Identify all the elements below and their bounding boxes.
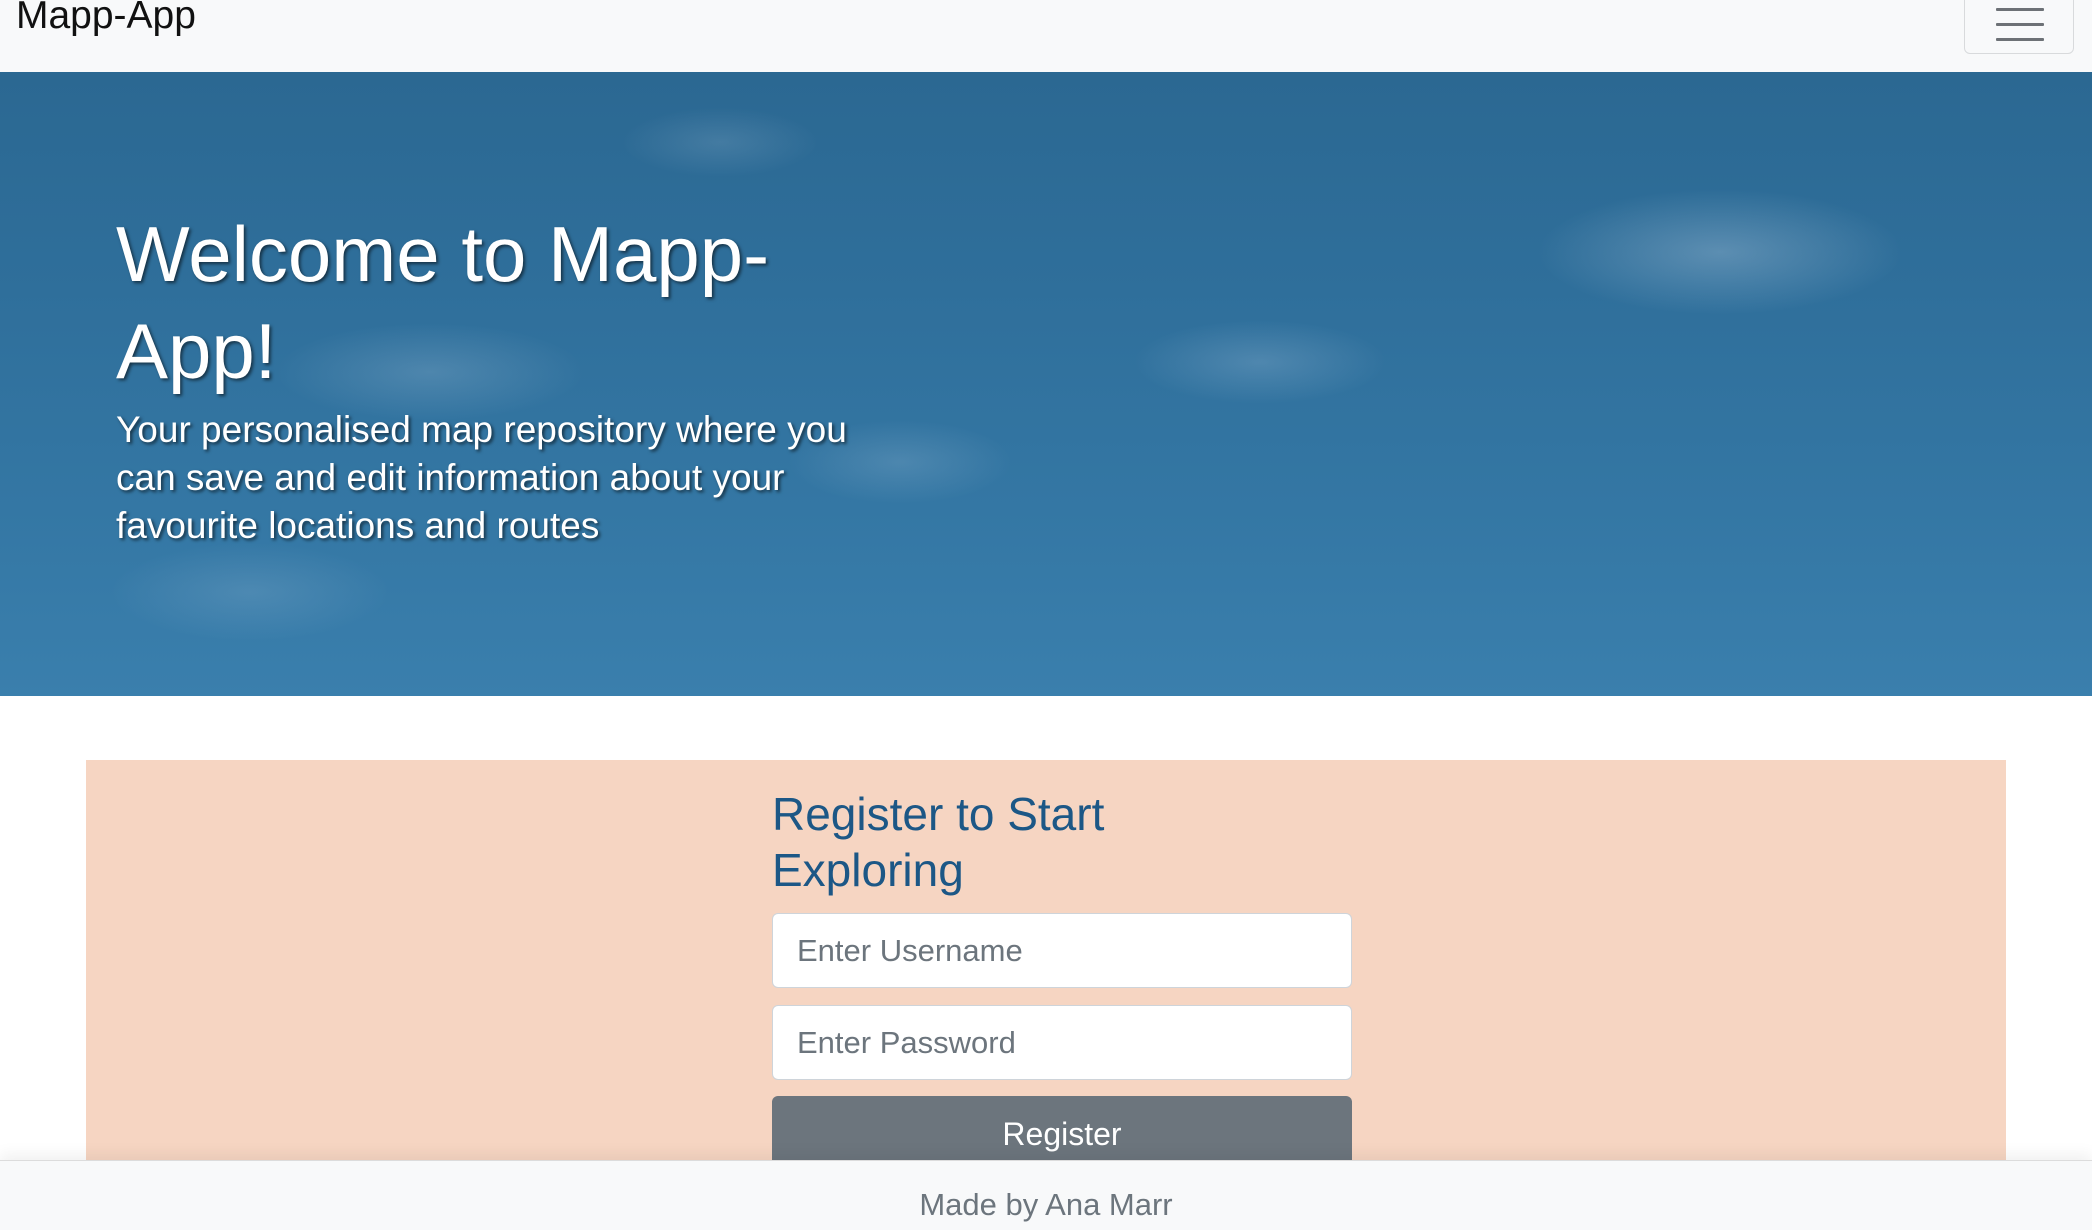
username-input[interactable] bbox=[772, 913, 1352, 988]
password-input[interactable] bbox=[772, 1005, 1352, 1080]
register-form-title: Register to Start Exploring bbox=[772, 788, 1105, 896]
hero-subtitle: Your personalised map repository where y… bbox=[116, 409, 847, 546]
footer-credit: Made by Ana Marr bbox=[919, 1187, 1173, 1222]
navbar-toggler-button[interactable] bbox=[1964, 0, 2074, 54]
navbar: Mapp-App bbox=[0, 0, 2092, 72]
footer: Made by Ana Marr bbox=[0, 1160, 2092, 1230]
navbar-brand[interactable]: Mapp-App bbox=[16, 0, 196, 38]
hero-banner: Welcome to Mapp-App! Your personalised m… bbox=[0, 72, 2092, 696]
hero-title: Welcome to Mapp-App! bbox=[116, 210, 770, 395]
register-panel: Register to Start Exploring Register bbox=[86, 760, 2006, 1200]
